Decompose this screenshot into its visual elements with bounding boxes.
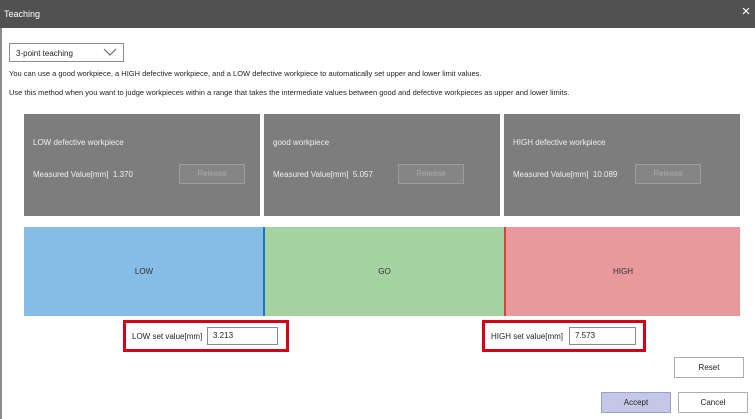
panel-title: HIGH defective workpiece	[513, 138, 606, 147]
measured-label: Measured Value[mm]	[33, 170, 109, 179]
reset-button[interactable]: Reset	[674, 357, 744, 378]
go-zone: GO	[265, 227, 504, 316]
chevron-down-icon	[103, 48, 117, 56]
high-threshold-line	[504, 227, 506, 316]
low-threshold-line	[263, 227, 265, 316]
high-set-value-field[interactable]: 7.573	[569, 327, 636, 345]
window-title: Teaching	[4, 9, 41, 19]
high-set-value-label: HIGH set value[mm]	[491, 332, 564, 341]
low-set-value-field[interactable]: 3.213	[207, 327, 278, 345]
low-set-value-label: LOW set value[mm]	[132, 332, 203, 341]
window-border	[0, 28, 2, 419]
measured-value-text: Measured Value[mm] 10.089	[513, 170, 617, 179]
measured-value: 10.089	[592, 170, 618, 179]
teaching-mode-value: 3-point teaching	[16, 49, 73, 58]
release-button-high[interactable]: Release	[635, 164, 701, 184]
low-defective-panel: LOW defective workpiece Measured Value[m…	[24, 114, 260, 216]
cancel-button[interactable]: Cancel	[678, 392, 748, 413]
info-text-2: Use this method when you want to judge w…	[9, 88, 570, 97]
high-zone: HIGH	[506, 227, 740, 316]
accept-button[interactable]: Accept	[601, 392, 671, 413]
release-button-low[interactable]: Release	[179, 164, 245, 184]
measured-value-text: Measured Value[mm] 1.370	[33, 170, 133, 179]
good-workpiece-panel: good workpiece Measured Value[mm] 5.057 …	[264, 114, 500, 216]
panel-title: good workpiece	[273, 138, 330, 147]
measured-value-text: Measured Value[mm] 5.057	[273, 170, 373, 179]
measured-label: Measured Value[mm]	[273, 170, 349, 179]
measured-value: 5.057	[352, 170, 373, 179]
close-icon[interactable]: ×	[738, 3, 754, 21]
measured-value: 1.370	[112, 170, 133, 179]
high-defective-panel: HIGH defective workpiece Measured Value[…	[504, 114, 740, 216]
measured-label: Measured Value[mm]	[513, 170, 589, 179]
teaching-mode-select[interactable]: 3-point teaching	[9, 43, 124, 62]
low-zone: LOW	[24, 227, 264, 316]
info-text-1: You can use a good workpiece, a HIGH def…	[9, 69, 482, 78]
panel-title: LOW defective workpiece	[33, 138, 124, 147]
release-button-good[interactable]: Release	[398, 164, 464, 184]
title-bar: Teaching ×	[0, 0, 755, 28]
